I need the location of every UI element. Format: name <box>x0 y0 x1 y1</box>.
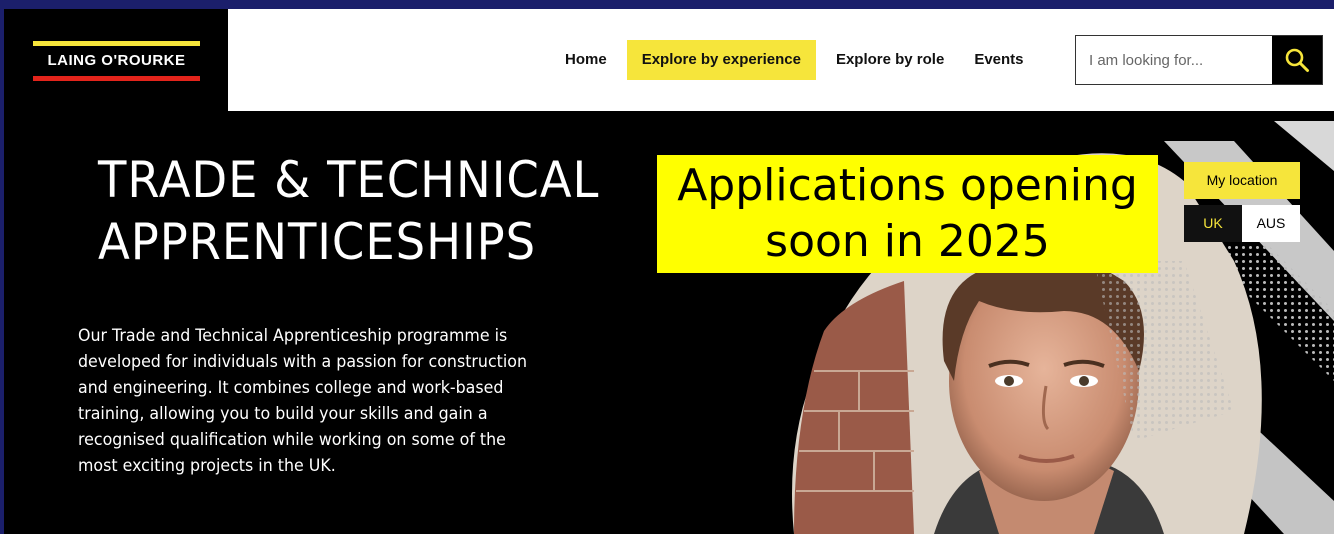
site-header: LAING O'ROURKE Home Explore by experienc… <box>4 9 1334 111</box>
banner-line2: soon in 2025 <box>765 216 1050 267</box>
applications-banner: Applications opening soon in 2025 <box>657 155 1158 273</box>
nav-events[interactable]: Events <box>959 40 1038 80</box>
location-uk[interactable]: UK <box>1184 205 1242 242</box>
search-box <box>1075 35 1323 85</box>
logo[interactable]: LAING O'ROURKE <box>4 9 228 111</box>
hero-title-line2: APPRENTICESHIPS <box>98 213 537 271</box>
logo-text: LAING O'ROURKE <box>47 52 186 69</box>
nav-explore-by-experience[interactable]: Explore by experience <box>626 40 816 80</box>
logo-yellow-stripe <box>33 41 200 46</box>
search-input[interactable] <box>1076 36 1272 84</box>
banner-line1: Applications opening <box>677 160 1138 211</box>
search-icon <box>1285 48 1309 72</box>
my-location-button[interactable]: My location <box>1184 162 1300 199</box>
page-frame: LAING O'ROURKE Home Explore by experienc… <box>4 9 1334 534</box>
search-button[interactable] <box>1272 36 1322 84</box>
nav-explore-by-role[interactable]: Explore by role <box>821 40 959 80</box>
hero-description: Our Trade and Technical Apprenticeship p… <box>78 326 528 475</box>
hero-title: TRADE & TECHNICAL APPRENTICESHIPS <box>98 149 599 273</box>
main-nav: Home Explore by experience Explore by ro… <box>550 40 1039 80</box>
hero-title-line1: TRADE & TECHNICAL <box>98 151 600 209</box>
location-aus[interactable]: AUS <box>1242 205 1300 242</box>
logo-red-stripe <box>33 76 200 81</box>
nav-home[interactable]: Home <box>550 40 622 80</box>
